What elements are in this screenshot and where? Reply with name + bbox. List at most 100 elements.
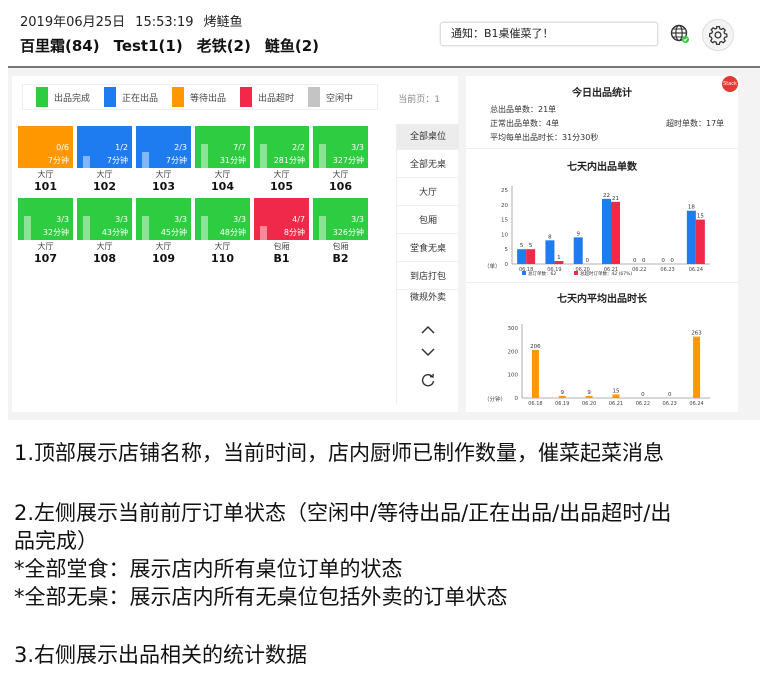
datetime: 2019年06月25日 15:53:19 烤鲢鱼	[20, 11, 253, 30]
notice-message[interactable]: 通知：B1桌催菜了！	[440, 22, 658, 46]
progress-fill	[24, 216, 31, 240]
x-tick-label: 06.18	[528, 401, 542, 407]
caption-line: 1.顶部展示店铺名称，当前时间，店内厨师已制作数量，催菜起菜消息	[14, 441, 665, 465]
chef-item: Test1(1)	[113, 37, 183, 55]
table-card[interactable]: 7/7 31分钟 大厅 104	[195, 126, 250, 194]
filter-dine-in-no-table[interactable]: 堂食无桌	[397, 236, 459, 262]
table-number: 104	[211, 180, 234, 193]
data-label: 9	[576, 231, 580, 237]
y-tick-label: 100	[508, 373, 519, 379]
y-tick-label: 5	[505, 247, 509, 253]
caption-line: 3.右侧展示出品相关的统计数据	[14, 643, 308, 667]
dish-progress: 3/3	[56, 215, 69, 224]
table-card[interactable]: 3/3 327分钟 大厅 106	[313, 126, 368, 194]
table-status-box: 7/7 31分钟	[195, 126, 250, 168]
legend-swatch	[574, 271, 578, 275]
chef-item: 百里霜(84)	[20, 37, 100, 55]
elapsed-time: 326分钟	[332, 228, 364, 237]
dish-progress: 7/7	[233, 143, 246, 152]
data-label: 15	[613, 389, 620, 395]
progress-fill	[260, 226, 267, 240]
table-status-box: 3/3 32分钟	[18, 198, 73, 240]
legend-item: 等待出品	[172, 86, 226, 108]
gear-icon	[709, 26, 728, 45]
scroll-up-button[interactable]	[416, 320, 440, 340]
bar	[558, 395, 566, 398]
data-label: 22	[603, 193, 610, 199]
scroll-down-button[interactable]	[416, 342, 440, 362]
legend-swatch	[308, 87, 320, 107]
y-tick-label: 20	[501, 203, 508, 209]
chart1-title: 七天内出品单数	[567, 162, 637, 173]
chevron-down-icon	[421, 348, 435, 357]
elapsed-time: 31分钟	[219, 156, 246, 165]
table-card[interactable]: 3/3 43分钟 大厅 108	[77, 198, 132, 266]
store-name: 烤鲢鱼	[203, 15, 243, 30]
table-card[interactable]: 2/3 7分钟 大厅 103	[136, 126, 191, 194]
filter-all-no-table[interactable]: 全部无桌	[397, 152, 459, 178]
data-label: 0	[641, 392, 645, 398]
data-label: 0	[585, 258, 589, 264]
table-card[interactable]: 1/2 7分钟 大厅 102	[77, 126, 132, 194]
x-tick-label: 06.22	[636, 401, 650, 407]
chef-item: 鲢鱼(2)	[264, 37, 320, 55]
header: 2019年06月25日 15:53:19 烤鲢鱼 百里霜(84) Test1(1) 老铁…	[8, 0, 760, 68]
caption-line: 2.左侧展示当前前厅订单状态（空闲中/等待出品/正在出品/出品超时/出	[14, 501, 672, 525]
table-card[interactable]: 4/7 8分钟 包厢 B1	[254, 198, 309, 266]
data-label: 0	[661, 258, 665, 264]
divider	[466, 282, 738, 283]
caption-line: *全部无桌：展示店内所有无桌位包括外卖的订单状态	[14, 585, 508, 609]
page-indicator: 当前页：1	[398, 95, 440, 105]
progress-fill	[319, 216, 326, 240]
table-status-box: 3/3 43分钟	[77, 198, 132, 240]
table-area: 大厅	[96, 170, 113, 179]
table-card[interactable]: 3/3 45分钟 大厅 109	[136, 198, 191, 266]
table-card[interactable]: 0/6 7分钟 大厅 101	[18, 126, 73, 194]
x-tick-label: 06.20	[582, 401, 596, 407]
table-number: 109	[152, 252, 175, 265]
filter-delivery[interactable]: 微规外卖	[397, 292, 459, 308]
x-tick-label: 06.23	[660, 267, 674, 273]
filter-all-tables[interactable]: 全部桌位	[397, 124, 459, 150]
table-number: B1	[273, 252, 290, 265]
dish-progress: 0/6	[56, 143, 69, 152]
table-status-box: 4/7 8分钟	[254, 198, 309, 240]
refresh-button[interactable]	[416, 370, 440, 390]
dish-progress: 4/7	[292, 215, 305, 224]
chevron-up-icon	[421, 325, 435, 334]
elapsed-time: 43分钟	[101, 228, 128, 237]
bar	[554, 261, 564, 264]
globe-icon[interactable]	[670, 24, 690, 44]
table-card[interactable]: 2/2 281分钟 大厅 105	[254, 126, 309, 194]
table-area: 包厢	[332, 242, 349, 251]
data-label: 18	[688, 205, 695, 211]
dish-progress: 1/2	[115, 143, 128, 152]
table-status-box: 3/3 326分钟	[313, 198, 368, 240]
filter-hall[interactable]: 大厅	[397, 180, 459, 206]
elapsed-time: 48分钟	[219, 228, 246, 237]
dish-progress: 3/3	[351, 143, 364, 152]
settings-button[interactable]	[702, 19, 734, 51]
table-area: 大厅	[37, 242, 54, 251]
bar	[545, 240, 555, 264]
progress-fill	[201, 144, 208, 168]
table-card[interactable]: 3/3 326分钟 包厢 B2	[313, 198, 368, 266]
data-label: 5	[529, 243, 533, 249]
filter-private-room[interactable]: 包厢	[397, 208, 459, 234]
table-status-box: 3/3 45分钟	[136, 198, 191, 240]
legend-item: 出品超时	[240, 86, 294, 108]
table-card[interactable]: 3/3 32分钟 大厅 107	[18, 198, 73, 266]
x-tick-label: 06.24	[689, 401, 703, 407]
dish-progress: 2/3	[174, 143, 187, 152]
legend-swatch	[104, 87, 116, 107]
data-label: 206	[530, 344, 541, 350]
table-status-box: 3/3 48分钟	[195, 198, 250, 240]
dish-progress: 3/3	[115, 215, 128, 224]
filter-takeaway[interactable]: 到店打包	[397, 264, 459, 290]
dish-progress: 3/3	[233, 215, 246, 224]
timeout-orders: 超时单数：17单	[666, 119, 725, 128]
data-label: 21	[612, 196, 619, 202]
table-card[interactable]: 3/3 48分钟 大厅 110	[195, 198, 250, 266]
app-screenshot: 2019年06月25日 15:53:19 烤鲢鱼 百里霜(84) Test1(1) 老铁…	[8, 0, 760, 420]
data-label: 9	[561, 390, 565, 396]
